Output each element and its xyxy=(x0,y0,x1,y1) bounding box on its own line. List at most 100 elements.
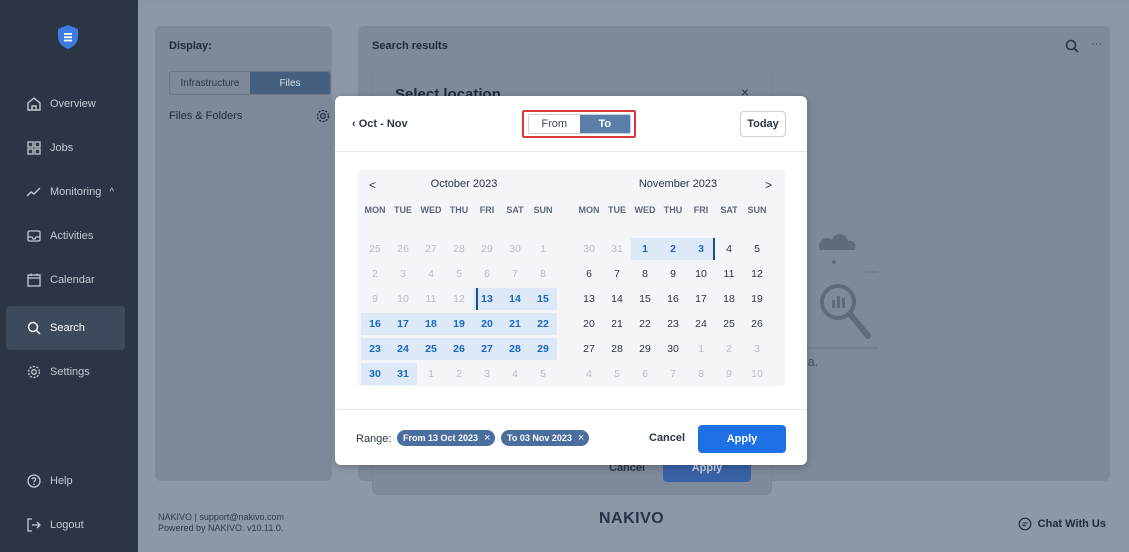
tab-infrastructure[interactable]: Infrastructure xyxy=(170,72,250,94)
calendar-day[interactable]: 24 xyxy=(687,313,715,335)
gear-icon[interactable] xyxy=(315,108,331,124)
search-icon[interactable] xyxy=(1064,38,1080,54)
sidebar-item-settings[interactable]: Settings xyxy=(6,350,125,394)
calendar-day[interactable]: 20 xyxy=(473,313,501,335)
calendar-day[interactable]: 29 xyxy=(473,238,501,260)
calendar-day[interactable]: 16 xyxy=(659,288,687,310)
calendar-day[interactable]: 6 xyxy=(631,363,659,385)
calendar-day[interactable]: 19 xyxy=(743,288,771,310)
calendar-day[interactable]: 24 xyxy=(389,338,417,360)
calendar-day[interactable]: 9 xyxy=(659,263,687,285)
calendar-day[interactable]: 15 xyxy=(631,288,659,310)
today-button[interactable]: Today xyxy=(740,111,786,137)
calendar-day[interactable]: 26 xyxy=(743,313,771,335)
calendar-day[interactable]: 2 xyxy=(659,238,687,260)
calendar-day[interactable]: 5 xyxy=(445,263,473,285)
logout-link[interactable]: Logout xyxy=(6,503,125,547)
sidebar-item-calendar[interactable]: Calendar xyxy=(6,258,125,302)
calendar-day[interactable]: 8 xyxy=(529,263,557,285)
calendar-day[interactable]: 31 xyxy=(603,238,631,260)
calendar-day[interactable]: 22 xyxy=(529,313,557,335)
toggle-from[interactable]: From xyxy=(529,115,580,133)
calendar-day[interactable]: 19 xyxy=(445,313,473,335)
help-link[interactable]: Help xyxy=(6,459,125,503)
calendar-day[interactable]: 30 xyxy=(361,363,389,385)
from-date-chip[interactable]: From 13 Oct 2023 × xyxy=(397,430,496,446)
calendar-day[interactable]: 3 xyxy=(389,263,417,285)
calendar-day[interactable]: 30 xyxy=(659,338,687,360)
calendar-day[interactable]: 3 xyxy=(743,338,771,360)
calendar-day[interactable]: 7 xyxy=(501,263,529,285)
sidebar-item-search[interactable]: Search xyxy=(6,306,125,350)
calendar-day[interactable]: 28 xyxy=(603,338,631,360)
calendar-day[interactable]: 23 xyxy=(659,313,687,335)
calendar-day[interactable]: 10 xyxy=(743,363,771,385)
calendar-day[interactable]: 21 xyxy=(603,313,631,335)
calendar-day[interactable]: 26 xyxy=(389,238,417,260)
sidebar-item-jobs[interactable]: Jobs xyxy=(6,126,125,170)
calendar-day[interactable]: 7 xyxy=(659,363,687,385)
calendar-day[interactable]: 4 xyxy=(417,263,445,285)
calendar-day[interactable]: 10 xyxy=(389,288,417,310)
calendar-day[interactable]: 9 xyxy=(361,288,389,310)
calendar-day[interactable]: 15 xyxy=(529,288,557,310)
calendar-day[interactable]: 7 xyxy=(603,263,631,285)
calendar-day[interactable]: 14 xyxy=(501,288,529,310)
calendar-day[interactable]: 31 xyxy=(389,363,417,385)
calendar-day[interactable]: 18 xyxy=(417,313,445,335)
calendar-day[interactable]: 11 xyxy=(715,263,743,285)
calendar-day[interactable]: 13 xyxy=(575,288,603,310)
sidebar-item-overview[interactable]: Overview xyxy=(6,82,125,126)
tab-files[interactable]: Files xyxy=(250,72,330,94)
close-icon[interactable]: × xyxy=(484,432,490,444)
calendar-day[interactable]: 8 xyxy=(687,363,715,385)
shield-logo-icon[interactable] xyxy=(57,24,79,50)
calendar-day[interactable]: 18 xyxy=(715,288,743,310)
calendar-day[interactable]: 6 xyxy=(473,263,501,285)
calendar-day[interactable]: 5 xyxy=(529,363,557,385)
calendar-day[interactable]: 2 xyxy=(715,338,743,360)
calendar-day[interactable]: 20 xyxy=(575,313,603,335)
calendar-day[interactable]: 5 xyxy=(603,363,631,385)
calendar-day[interactable]: 4 xyxy=(715,238,743,260)
calendar-day[interactable]: 1 xyxy=(529,238,557,260)
calendar-day[interactable]: 17 xyxy=(687,288,715,310)
calendar-day[interactable]: 27 xyxy=(473,338,501,360)
calendar-day[interactable]: 9 xyxy=(715,363,743,385)
calendar-day[interactable]: 30 xyxy=(575,238,603,260)
calendar-day[interactable]: 11 xyxy=(417,288,445,310)
back-button[interactable]: ‹ Oct - Nov xyxy=(352,118,408,130)
sidebar-item-monitoring[interactable]: Monitoring ^ xyxy=(6,170,125,214)
calendar-day[interactable]: 1 xyxy=(417,363,445,385)
calendar-day[interactable]: 4 xyxy=(501,363,529,385)
calendar-day[interactable]: 21 xyxy=(501,313,529,335)
calendar-day[interactable]: 2 xyxy=(361,263,389,285)
calendar-day[interactable]: 25 xyxy=(361,238,389,260)
calendar-day[interactable]: 17 xyxy=(389,313,417,335)
calendar-day[interactable]: 2 xyxy=(445,363,473,385)
calendar-day[interactable]: 22 xyxy=(631,313,659,335)
sidebar-item-activities[interactable]: Activities xyxy=(6,214,125,258)
calendar-day[interactable]: 29 xyxy=(631,338,659,360)
calendar-day[interactable]: 10 xyxy=(687,263,715,285)
calendar-day[interactable]: 8 xyxy=(631,263,659,285)
calendar-day[interactable]: 26 xyxy=(445,338,473,360)
apply-button[interactable]: Apply xyxy=(698,425,786,453)
calendar-day[interactable]: 25 xyxy=(417,338,445,360)
close-icon[interactable]: × xyxy=(578,432,584,444)
calendar-day[interactable]: 28 xyxy=(445,238,473,260)
calendar-day[interactable]: 12 xyxy=(743,263,771,285)
chat-with-us-button[interactable]: Chat With Us xyxy=(1018,517,1106,531)
calendar-day[interactable]: 6 xyxy=(575,263,603,285)
calendar-day[interactable]: 23 xyxy=(361,338,389,360)
to-date-chip[interactable]: To 03 Nov 2023 × xyxy=(501,430,590,446)
calendar-day[interactable]: 4 xyxy=(575,363,603,385)
calendar-day[interactable]: 1 xyxy=(631,238,659,260)
calendar-day[interactable]: 5 xyxy=(743,238,771,260)
calendar-day[interactable]: 12 xyxy=(445,288,473,310)
calendar-day[interactable]: 28 xyxy=(501,338,529,360)
calendar-day[interactable]: 29 xyxy=(529,338,557,360)
calendar-day[interactable]: 27 xyxy=(417,238,445,260)
calendar-day[interactable]: 30 xyxy=(501,238,529,260)
calendar-day[interactable]: 25 xyxy=(715,313,743,335)
